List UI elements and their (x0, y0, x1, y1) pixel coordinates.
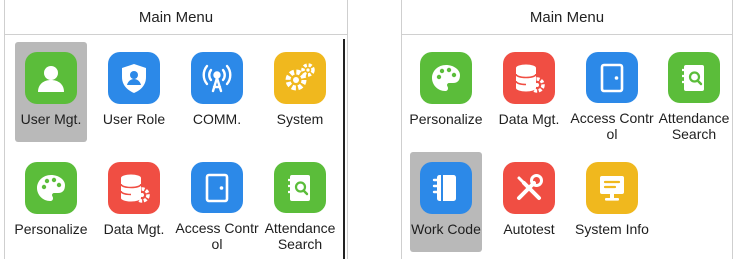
gears-icon (274, 52, 326, 104)
palette-icon (420, 52, 472, 104)
menu-item-autotest[interactable]: Autotest (493, 152, 565, 252)
menu-item-system[interactable]: System (264, 42, 336, 142)
door-icon (191, 162, 243, 213)
menu-item-label: Autotest (503, 221, 555, 237)
menu-item-data-mgt[interactable]: Data Mgt. (98, 152, 170, 252)
database-gear-icon (108, 162, 160, 214)
menu-item-label: Attendance Search (264, 220, 336, 252)
shield-user-icon (108, 52, 160, 104)
menu-item-label: User Mgt. (20, 111, 82, 127)
door-icon (586, 52, 638, 103)
main-menu-screen-right: Main Menu Personalize Data Mgt. Access C… (401, 0, 733, 259)
menu-item-label: Personalize (14, 221, 88, 237)
menu-item-personalize[interactable]: Personalize (14, 152, 88, 252)
user-icon (25, 52, 77, 104)
menu-item-attendance-search[interactable]: Attendance Search (658, 42, 730, 142)
menu-grid: User Mgt. User Role COMM. System Persona (5, 34, 347, 259)
menu-title: Main Menu (402, 0, 732, 35)
menu-item-label: Work Code (411, 221, 481, 237)
menu-item-label: System (276, 111, 324, 127)
menu-item-personalize[interactable]: Personalize (409, 42, 483, 142)
search-document-icon (668, 52, 720, 103)
menu-title: Main Menu (5, 0, 347, 35)
tools-icon (503, 162, 555, 214)
menu-item-system-info[interactable]: System Info (575, 152, 649, 252)
menu-item-label: Data Mgt. (498, 111, 560, 127)
info-screen-icon (586, 162, 638, 214)
menu-item-work-code[interactable]: Work Code (410, 152, 482, 252)
menu-item-data-mgt[interactable]: Data Mgt. (493, 42, 565, 142)
menu-item-comm[interactable]: COMM. (181, 42, 253, 142)
menu-item-label: Personalize (409, 111, 483, 127)
menu-item-label: Access Control (570, 110, 654, 142)
main-menu-screen-left: Main Menu User Mgt. User Role COMM. Syst… (4, 0, 348, 259)
menu-item-attendance-search[interactable]: Attendance Search (264, 152, 336, 252)
menu-item-label: Data Mgt. (103, 221, 165, 237)
menu-grid: Personalize Data Mgt. Access Control Att… (402, 34, 732, 259)
menu-item-user-mgt[interactable]: User Mgt. (15, 42, 87, 142)
notebook-icon (420, 162, 472, 214)
menu-item-user-role[interactable]: User Role (98, 42, 170, 142)
search-document-icon (274, 162, 326, 213)
menu-item-label: COMM. (192, 111, 242, 127)
menu-item-access-control[interactable]: Access Control (175, 152, 259, 252)
menu-item-label: User Role (102, 111, 166, 127)
menu-item-label: System Info (575, 221, 649, 237)
palette-icon (25, 162, 77, 214)
menu-item-label: Access Control (175, 220, 259, 252)
menu-item-access-control[interactable]: Access Control (570, 42, 654, 142)
menu-item-label: Attendance Search (658, 110, 730, 142)
database-gear-icon (503, 52, 555, 104)
antenna-icon (191, 52, 243, 104)
